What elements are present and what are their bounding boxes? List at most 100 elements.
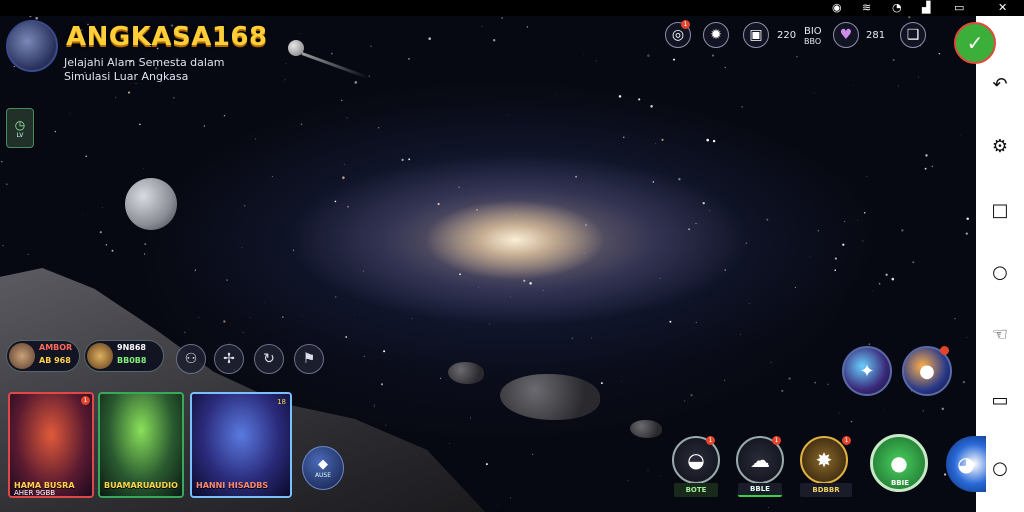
- star: [659, 277, 661, 279]
- star: [770, 361, 772, 363]
- star: [330, 52, 333, 55]
- hero-name: BUAMARUAUDIO: [104, 481, 178, 490]
- map-icon[interactable]: ⚑: [294, 344, 324, 374]
- star: [368, 75, 370, 77]
- star: [144, 243, 147, 246]
- circle-icon[interactable]: ○: [988, 456, 1012, 480]
- star: [542, 290, 544, 291]
- gear-icon[interactable]: ✹: [703, 22, 729, 48]
- hero-badge: 18: [277, 398, 286, 406]
- player-card-2[interactable]: 9N868 BB0B8: [84, 340, 164, 372]
- star: [965, 232, 968, 235]
- hero-tag: AHER 9GBB: [14, 489, 56, 497]
- star: [555, 94, 556, 96]
- bookmark-icon[interactable]: ❑: [900, 22, 926, 48]
- star: [250, 316, 251, 318]
- back-icon[interactable]: ↶: [988, 72, 1012, 96]
- star: [529, 282, 532, 285]
- star: [724, 379, 726, 381]
- hero-card-1[interactable]: HAMA BUSRA AHER 9GBB 1: [8, 392, 94, 498]
- star: [343, 163, 345, 165]
- signal-icon: ◉: [832, 1, 842, 14]
- star: [523, 279, 526, 282]
- confirm-button[interactable]: ✓: [954, 22, 996, 64]
- star: [813, 92, 815, 94]
- hero-card-3[interactable]: HANNI HISADBS 18: [190, 392, 292, 498]
- action-label-1: BOTE: [674, 483, 718, 497]
- star: [194, 269, 196, 271]
- star: [652, 181, 655, 183]
- star: [243, 205, 246, 207]
- hero-card-2[interactable]: BUAMARUAUDIO: [98, 392, 184, 498]
- hand-icon[interactable]: ☜: [988, 322, 1012, 346]
- star: [768, 507, 769, 508]
- star: [408, 158, 411, 161]
- star: [526, 26, 529, 28]
- resource-bio-sub: BBO: [804, 37, 822, 46]
- notification-badge: 1: [772, 436, 781, 445]
- compass-icon[interactable]: ✢: [214, 344, 244, 374]
- team-icon[interactable]: ⚇: [176, 344, 206, 374]
- star: [285, 62, 287, 64]
- star: [476, 209, 478, 211]
- beast-button[interactable]: ✸: [800, 436, 848, 484]
- star: [591, 337, 593, 339]
- level-button[interactable]: ◷ LV: [6, 108, 34, 148]
- star: [796, 56, 798, 58]
- star: [788, 377, 791, 380]
- star: [300, 123, 303, 126]
- star: [966, 217, 969, 220]
- star: [655, 143, 657, 145]
- star: [891, 277, 895, 281]
- star: [378, 127, 380, 129]
- star: [335, 296, 337, 298]
- star: [724, 67, 726, 68]
- star: [621, 380, 622, 382]
- star: [690, 301, 692, 302]
- star: [571, 337, 574, 340]
- star: [481, 26, 483, 28]
- star: [440, 377, 442, 379]
- star: [411, 318, 413, 320]
- gem-button[interactable]: ◆ AUSE: [302, 446, 344, 490]
- resource-281: 281: [866, 30, 886, 41]
- star: [814, 381, 817, 384]
- star: [173, 97, 175, 99]
- chest-icon[interactable]: ▣: [743, 22, 769, 48]
- gem-label: AUSE: [314, 472, 332, 479]
- star: [585, 224, 587, 226]
- star: [488, 323, 490, 325]
- player-card-1[interactable]: AMBOR AB 968: [6, 340, 80, 372]
- star: [908, 16, 911, 19]
- home-icon[interactable]: ○: [988, 260, 1012, 284]
- star: [912, 261, 915, 264]
- wifi-icon: ≋: [862, 1, 872, 14]
- star: [834, 269, 836, 271]
- nebula-orb-button[interactable]: ✦: [842, 346, 892, 396]
- action-label-4: BBIE: [890, 479, 910, 487]
- close-icon[interactable]: ✕: [998, 1, 1007, 15]
- star: [373, 406, 375, 407]
- heart-icon[interactable]: ♥: [833, 22, 859, 48]
- star: [373, 404, 375, 406]
- star: [943, 473, 947, 476]
- star: [509, 296, 511, 298]
- crystal-icon: ◆: [318, 457, 328, 472]
- message-icon[interactable]: ▭: [988, 388, 1012, 412]
- star: [647, 54, 650, 57]
- square-icon[interactable]: □: [988, 198, 1012, 222]
- player-stat: AB 968: [39, 356, 71, 365]
- star: [623, 136, 625, 138]
- star: [101, 206, 103, 208]
- refresh-icon[interactable]: ↻: [254, 344, 284, 374]
- star: [618, 95, 622, 98]
- star: [271, 176, 273, 178]
- avatar: [87, 343, 113, 369]
- star: [740, 333, 742, 335]
- star: [741, 106, 743, 108]
- star: [862, 240, 864, 242]
- resource-220: 220: [777, 30, 797, 41]
- star: [362, 270, 364, 272]
- settings-icon[interactable]: ⚙: [988, 134, 1012, 158]
- star: [766, 218, 769, 221]
